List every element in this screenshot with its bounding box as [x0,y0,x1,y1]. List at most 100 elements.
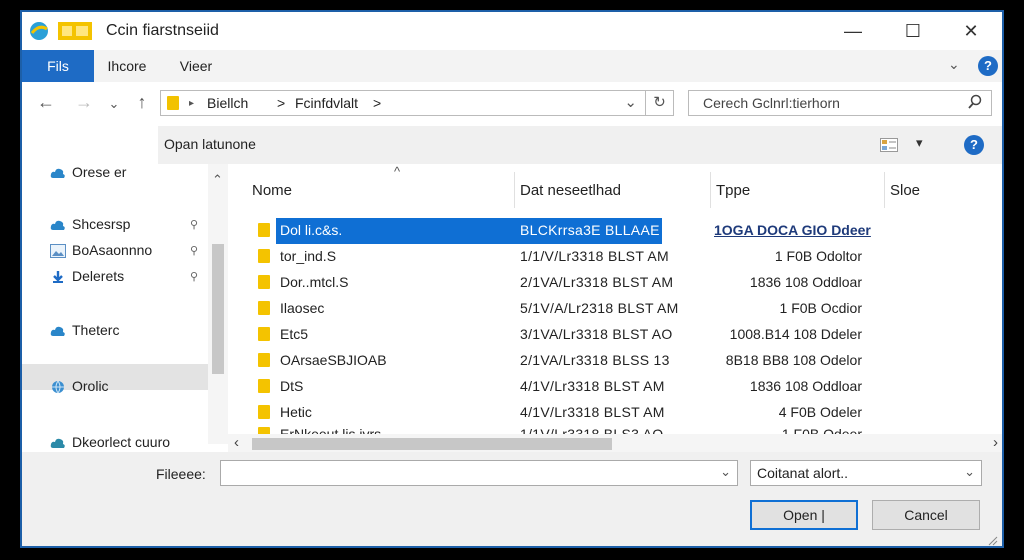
forward-arrow-icon[interactable]: → [72,92,96,113]
file-list: ^ Nome Dat neseetlhad Tppe Sloe Dol li.c… [228,164,1002,434]
file-name: ErNkeeut lis ivrs [280,426,382,434]
tab-file[interactable]: Fils [22,50,94,82]
sidebar-scrollbar[interactable]: ⌃ [208,164,228,444]
file-date: 2/1VA/Lr3318 BLSS 13 [520,352,670,368]
chevron-down-icon[interactable]: ⌄ [964,464,975,480]
file-row[interactable]: ErNkeeut lis ivrs 1/1V/Lr3318 BLS3 AO 1 … [258,422,1002,434]
sidebar-item-label: Dkeorlect cuuro [72,434,171,450]
network-icon [50,439,65,449]
file-type: 1OGA DOCA GIO Ddeer [714,222,871,238]
folder-icon [258,405,270,419]
sidebar-item-label: Shcesrsp [72,216,131,232]
ribbon-expand-icon[interactable]: ⌄ [948,56,960,73]
sidebar-item-selected[interactable]: Orolic [50,378,109,394]
pin-icon[interactable]: ⚲ [190,270,198,283]
sidebar-item[interactable]: Delerets [50,268,124,284]
up-arrow-icon[interactable]: ↑ [130,92,154,113]
breadcrumb-item[interactable]: Fcinfdvlalt [295,95,358,111]
recent-locations-icon[interactable]: ⌄ [102,96,126,112]
folder-icon [258,249,270,263]
file-name: Hetic [280,404,312,420]
refresh-icon[interactable]: ↻ [646,90,674,116]
sidebar-item[interactable]: BoAsaonnno [50,242,153,259]
help-icon[interactable]: ? [964,135,984,155]
sidebar-item-label: Orolic [72,378,109,394]
cloud-icon [50,221,65,231]
view-options-icon[interactable] [880,138,898,152]
title-bar: Ccin fiarstnseiid — ☐ ✕ [22,12,1002,50]
file-date: 1/1V/Lr3318 BLS3 AO [520,426,664,434]
file-type: 4 F0B Odeler [778,404,862,420]
scrollbar-thumb[interactable] [252,438,612,450]
back-arrow-icon[interactable]: ← [34,92,58,113]
folder-icon [258,427,270,434]
filetype-select[interactable]: Coitanat alort.. ⌄ [750,460,982,486]
resize-grip-icon[interactable] [986,534,998,546]
navigation-pane: Orese er Shcesrsp ⚲ BoAsaonnno ⚲ Deleret… [22,164,228,450]
filename-input[interactable]: ⌄ [220,460,738,486]
file-name: Etc5 [280,326,309,342]
column-divider [514,172,515,208]
file-list-horizontal-scrollbar[interactable]: ‹ › [228,434,1002,452]
sidebar-item[interactable]: Theterc [50,322,119,338]
file-type: 1 F0B Odeer [781,426,862,434]
sidebar-item[interactable]: Orese er [50,164,126,180]
close-button[interactable]: ✕ [956,18,986,44]
folder-icon [167,96,179,110]
file-type: 1836 108 Oddloar [749,378,862,394]
globe-icon [52,381,64,394]
file-row[interactable]: Etc5 3/1VA/Lr3318 BLST AO 1008.B14 108 D… [258,322,1002,348]
tab-view[interactable]: Vieer [168,50,224,82]
pin-icon[interactable]: ⚲ [190,244,198,257]
organize-label[interactable]: Opan latunone [164,136,256,152]
file-date: 3/1VA/Lr3318 BLST AO [520,326,673,342]
column-header-name[interactable]: Nome [252,182,292,199]
column-header-date[interactable]: Dat neseetlhad [520,182,621,199]
file-type: 8B18 BB8 108 Odelor [725,352,862,368]
file-row[interactable]: OArsaeSBJIOAB 2/1VA/Lr3318 BLSS 13 8B18 … [258,348,1002,374]
sidebar-item-label: Delerets [72,268,125,284]
file-row[interactable]: Dor..mtcl.S 2/1VA/Lr3318 BLST AM 1836 10… [258,270,1002,296]
scroll-right-icon[interactable]: › [993,434,998,451]
maximize-button[interactable]: ☐ [898,18,928,44]
sidebar-item[interactable]: Dkeorlect cuuro [50,434,170,450]
breadcrumb-separator-icon: > [277,95,286,111]
scroll-up-icon[interactable]: ⌃ [212,172,223,188]
open-button[interactable]: Open | [750,500,858,530]
file-row[interactable]: DtS 4/1V/Lr3318 BLST AM 1836 108 Oddloar [258,374,1002,400]
sidebar-item-label: Orese er [72,164,127,180]
sidebar-item[interactable]: Shcesrsp [50,216,130,232]
file-name: Dor..mtcl.S [280,274,349,290]
column-header-type[interactable]: Tppe [716,182,750,199]
file-date: 4/1V/Lr3318 BLST AM [520,378,665,394]
cancel-button[interactable]: Cancel [872,500,980,530]
search-box[interactable]: Cerech Gclnrl:tierhorn [688,90,992,116]
column-divider [710,172,711,208]
sidebar-item-label: BoAsaonnno [72,242,153,258]
breadcrumb-separator-icon: ▸ [189,98,195,109]
file-name: DtS [280,378,304,394]
pin-icon[interactable]: ⚲ [190,218,198,231]
column-header-size[interactable]: Sloe [890,182,920,199]
file-row[interactable]: Ilaosec 5/1V/A/Lr2318 BLST AM 1 F0B Ocdi… [258,296,1002,322]
address-bar[interactable]: ▸ Biellch > Fcinfdvlalt > ⌄ [160,90,646,116]
file-type: 1008.B14 108 Ddeler [729,326,862,342]
scroll-left-icon[interactable]: ‹ [234,434,239,451]
ribbon-tabs: Fils Ihcore Vieer ⌄ ? [22,50,1002,83]
breadcrumb-item[interactable]: Biellch [207,95,248,111]
address-dropdown-icon[interactable]: ⌄ [624,93,637,111]
file-row[interactable]: tor_ind.S 1/1/V/Lr3318 BLST AM 1 F0B Odo… [258,244,1002,270]
minimize-button[interactable]: — [838,18,868,44]
chevron-down-icon[interactable]: ⌄ [720,464,731,480]
cloud-icon [50,327,65,337]
tab-home[interactable]: Ihcore [100,50,154,82]
file-row-selected[interactable]: Dol li.c&s. BLCKrrsa3E BLLAAE 1OGA DOCA … [258,218,1002,244]
view-dropdown-icon[interactable]: ▾ [916,135,923,151]
file-type: 1 F0B Ocdior [779,300,862,316]
filetype-value: Coitanat alort.. [757,465,849,481]
command-bar: Opan latunone ▾ ? [158,126,1002,164]
download-icon [53,271,63,284]
ribbon-help-icon[interactable]: ? [978,56,998,76]
scrollbar-thumb[interactable] [212,244,224,374]
navigation-bar: ← → ⌄ ↑ ▸ Biellch > Fcinfdvlalt > ⌄ ↻ Ce… [22,82,1002,126]
